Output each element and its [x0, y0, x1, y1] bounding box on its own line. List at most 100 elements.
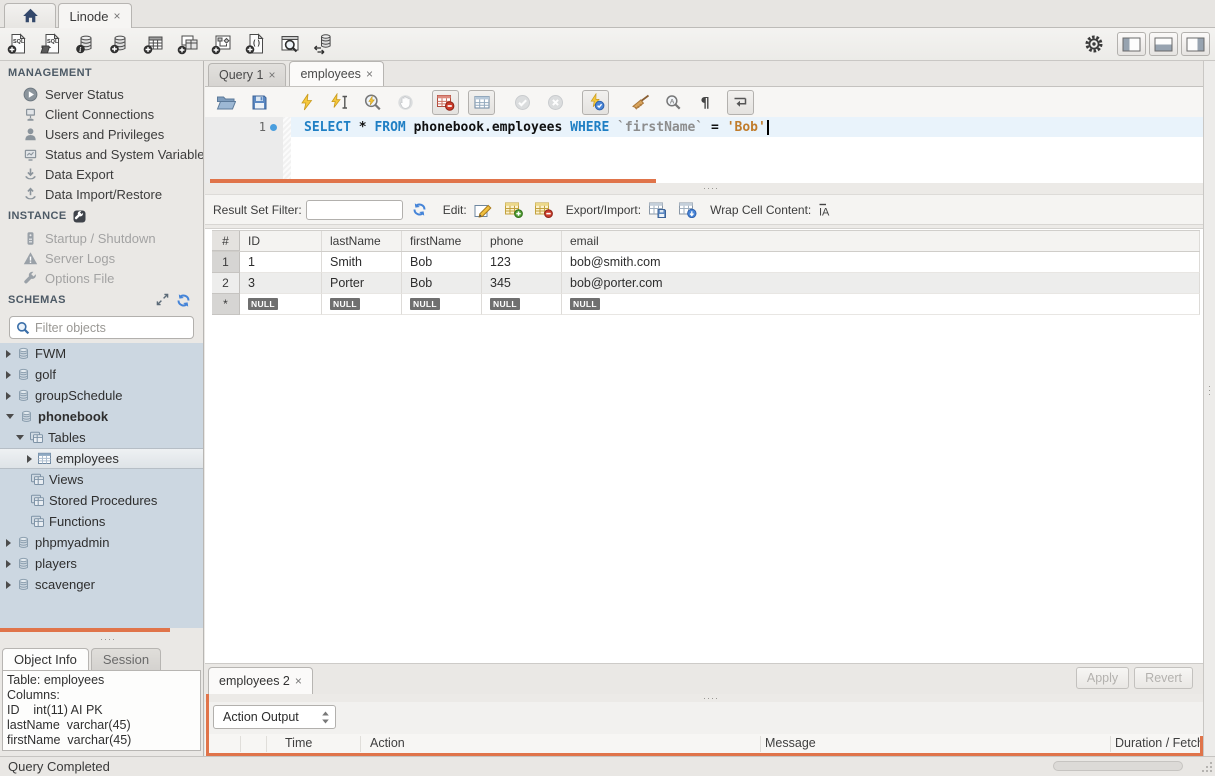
find-button[interactable]: A — [661, 90, 685, 114]
search-table-data-button[interactable] — [277, 31, 303, 57]
chevron-right-icon[interactable] — [6, 350, 11, 358]
sql-line-1[interactable]: SELECT * FROM phonebook.employees WHERE … — [291, 117, 1203, 137]
tree-item-groupschedule[interactable]: groupSchedule — [0, 385, 203, 406]
sidebar-item-options-file[interactable]: Options File — [0, 268, 203, 288]
sidebar-item-data-import[interactable]: Data Import/Restore — [0, 184, 203, 204]
schema-filter-input[interactable] — [35, 321, 187, 335]
open-script-button[interactable] — [214, 90, 238, 114]
column-header-lastname[interactable]: lastName — [322, 231, 402, 251]
open-sql-file-button[interactable]: SQL — [39, 31, 65, 57]
column-header-firstname[interactable]: firstName — [402, 231, 482, 251]
create-procedure-button[interactable] — [209, 31, 235, 57]
cell-lastname[interactable]: Porter — [322, 273, 402, 294]
stop-button[interactable] — [393, 90, 417, 114]
tree-item-employees[interactable]: employees — [0, 448, 203, 469]
create-function-button[interactable]: () — [243, 31, 269, 57]
chevron-right-icon[interactable] — [6, 560, 11, 568]
sidebar-item-server-status[interactable]: Server Status — [0, 84, 203, 104]
cell-id[interactable]: 3 — [240, 273, 322, 294]
delete-row-button[interactable] — [534, 201, 553, 218]
tab-object-info[interactable]: Object Info — [2, 648, 89, 670]
sidebar-item-status-variables[interactable]: Status and System Variables — [0, 144, 203, 164]
tree-item-stored-procedures[interactable]: Stored Procedures — [0, 490, 203, 511]
chevron-right-icon[interactable] — [27, 455, 32, 463]
sidebar-item-client-connections[interactable]: Client Connections — [0, 104, 203, 124]
rollback-button[interactable] — [543, 90, 567, 114]
output-column-message[interactable]: Message — [765, 736, 816, 750]
revert-button[interactable]: Revert — [1134, 667, 1193, 689]
tab-employees[interactable]: employees × — [289, 61, 383, 86]
cell-null[interactable]: NULL — [482, 294, 562, 315]
refresh-results-button[interactable] — [412, 202, 427, 217]
sidebar-item-users-privileges[interactable]: Users and Privileges — [0, 124, 203, 144]
cell-id[interactable]: 1 — [240, 252, 322, 273]
spinner-arrows-icon[interactable] — [321, 710, 330, 725]
cell-phone[interactable]: 123 — [482, 252, 562, 273]
commit-button[interactable] — [510, 90, 534, 114]
tree-item-phonebook[interactable]: phonebook — [0, 406, 203, 427]
result-filter-input[interactable] — [306, 200, 403, 220]
cell-null[interactable]: NULL — [322, 294, 402, 315]
chevron-down-icon[interactable] — [16, 435, 24, 440]
insert-row-button[interactable] — [504, 201, 523, 218]
chevron-right-icon[interactable] — [6, 581, 11, 589]
apply-button[interactable]: Apply — [1076, 667, 1129, 689]
cell-email[interactable]: bob@smith.com — [562, 252, 1200, 273]
save-script-button[interactable] — [247, 90, 271, 114]
sql-editor[interactable]: 1 SELECT * FROM phonebook.employees WHER… — [205, 117, 1203, 183]
tree-item-functions[interactable]: Functions — [0, 511, 203, 532]
edit-cell-button[interactable] — [474, 202, 493, 218]
cell-null[interactable]: NULL — [562, 294, 1200, 315]
toggle-wrap-button[interactable] — [727, 90, 754, 115]
toggle-right-sidebar-button[interactable] — [1181, 32, 1210, 56]
output-column-action[interactable]: Action — [370, 736, 405, 750]
column-header-phone[interactable]: phone — [482, 231, 562, 251]
cell-firstname[interactable]: Bob — [402, 252, 482, 273]
toggle-left-sidebar-button[interactable] — [1117, 32, 1146, 56]
new-sql-tab-button[interactable]: SQL — [5, 31, 31, 57]
cell-null[interactable]: NULL — [240, 294, 322, 315]
sidebar-item-data-export[interactable]: Data Export — [0, 164, 203, 184]
explain-button[interactable] — [360, 90, 384, 114]
schema-inspector-button[interactable]: i — [73, 31, 99, 57]
cell-firstname[interactable]: Bob — [402, 273, 482, 294]
export-recordset-button[interactable] — [648, 201, 667, 218]
toggle-bottom-panel-button[interactable] — [1149, 32, 1178, 56]
toggle-stop-on-error-button[interactable] — [432, 90, 459, 115]
cell-phone[interactable]: 345 — [482, 273, 562, 294]
tab-session[interactable]: Session — [91, 648, 161, 670]
tab-employees-2[interactable]: employees 2 × — [208, 667, 313, 694]
tree-item-scavenger[interactable]: scavenger — [0, 574, 203, 595]
limit-rows-button[interactable] — [468, 90, 495, 115]
tree-item-phpmyadmin[interactable]: phpmyadmin — [0, 532, 203, 553]
tab-query-1[interactable]: Query 1 × — [208, 63, 286, 86]
create-view-button[interactable] — [175, 31, 201, 57]
toggle-autocommit-button[interactable] — [582, 90, 609, 115]
output-column-duration[interactable]: Duration / Fetch — [1115, 736, 1204, 750]
sidebar-item-server-logs[interactable]: Server Logs — [0, 248, 203, 268]
row-number[interactable]: 1 — [212, 252, 240, 273]
create-schema-button[interactable] — [107, 31, 133, 57]
close-icon[interactable]: × — [295, 674, 302, 688]
row-number[interactable]: 2 — [212, 273, 240, 294]
column-header-id[interactable]: ID — [240, 231, 322, 251]
tree-item-fwm[interactable]: FWM — [0, 343, 203, 364]
refresh-schemas-button[interactable] — [176, 293, 191, 311]
chevron-right-icon[interactable] — [6, 392, 11, 400]
cell-email[interactable]: bob@porter.com — [562, 273, 1200, 294]
tree-item-tables[interactable]: Tables — [0, 427, 203, 448]
execute-button[interactable] — [294, 90, 318, 114]
output-selector[interactable]: Action Output — [213, 705, 336, 729]
results-output-splitter[interactable] — [205, 694, 1203, 702]
chevron-down-icon[interactable] — [6, 414, 14, 419]
close-icon[interactable]: × — [114, 9, 121, 23]
settings-gear-button[interactable] — [1084, 34, 1104, 54]
sidebar-splitter[interactable] — [0, 632, 203, 647]
beautify-button[interactable] — [628, 90, 652, 114]
expand-schemas-button[interactable] — [156, 293, 169, 311]
horizontal-scrollbar[interactable] — [1053, 761, 1183, 771]
reconnect-dbms-button[interactable] — [311, 31, 337, 57]
new-row-marker[interactable]: * — [212, 294, 240, 315]
home-tab[interactable] — [4, 3, 56, 28]
editor-results-splitter[interactable] — [205, 183, 1203, 194]
